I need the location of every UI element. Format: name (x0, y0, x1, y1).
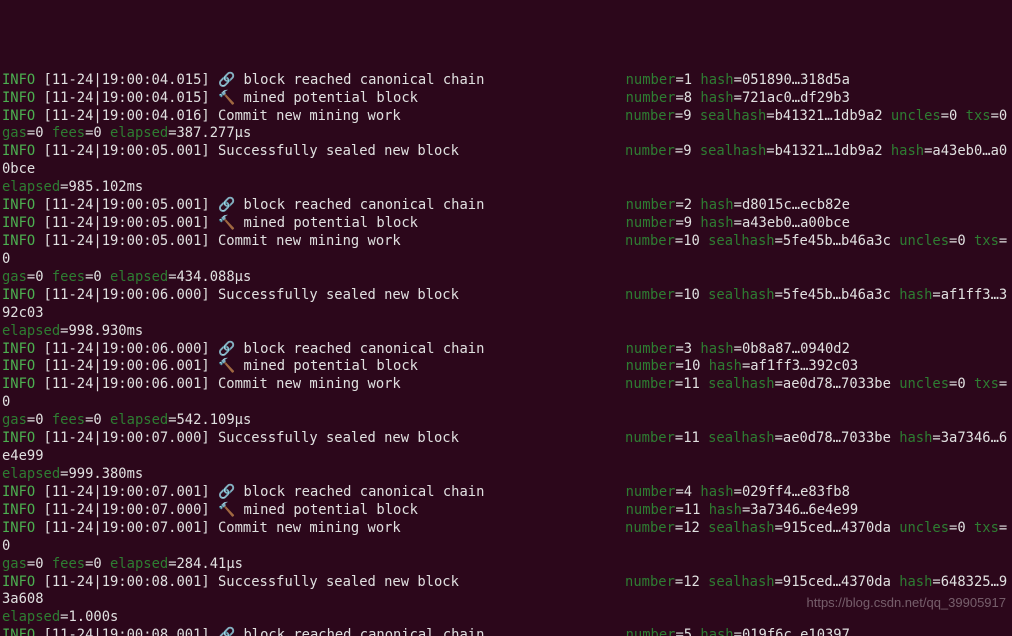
log-line: INFO [11-24|19:00:04.015] 🔨 mined potent… (2, 90, 850, 106)
log-level: INFO (2, 574, 35, 590)
log-timestamp: [11-24|19:00:05.001] (44, 215, 210, 231)
log-level: INFO (2, 215, 35, 231)
log-level: INFO (2, 484, 35, 500)
log-line: INFO [11-24|19:00:08.001] 🔗 block reache… (2, 627, 850, 636)
log-message: Successfully sealed new block (218, 574, 459, 590)
log-timestamp: [11-24|19:00:08.001] (44, 627, 210, 636)
log-timestamp: [11-24|19:00:05.001] (44, 197, 210, 213)
log-message: Successfully sealed new block (218, 430, 459, 446)
log-icon: 🔗 (218, 627, 235, 636)
log-message: block reached canonical chain (244, 484, 485, 500)
log-level: INFO (2, 90, 35, 106)
log-level: INFO (2, 72, 35, 88)
log-icon: 🔨 (218, 502, 235, 518)
log-level: INFO (2, 502, 35, 518)
log-line: INFO [11-24|19:00:06.001] 🔨 mined potent… (2, 358, 858, 374)
log-line: INFO [11-24|19:00:06.000] Successfully s… (2, 287, 1007, 339)
log-line: INFO [11-24|19:00:06.001] Commit new min… (2, 376, 1007, 428)
log-message: Successfully sealed new block (218, 287, 459, 303)
log-message: mined potential block (244, 90, 418, 106)
log-line: INFO [11-24|19:00:07.001] 🔗 block reache… (2, 484, 850, 500)
log-message: block reached canonical chain (244, 197, 485, 213)
log-message: Commit new mining work (218, 108, 401, 124)
log-timestamp: [11-24|19:00:04.016] (44, 108, 210, 124)
log-line: INFO [11-24|19:00:05.001] 🔨 mined potent… (2, 215, 850, 231)
log-message: Commit new mining work (218, 520, 401, 536)
log-message: mined potential block (244, 215, 418, 231)
log-icon: 🔨 (218, 90, 235, 106)
log-level: INFO (2, 430, 35, 446)
log-level: INFO (2, 358, 35, 374)
log-line: INFO [11-24|19:00:05.001] Successfully s… (2, 143, 1007, 195)
log-level: INFO (2, 341, 35, 357)
log-icon: 🔨 (218, 358, 235, 374)
log-line: INFO [11-24|19:00:04.016] Commit new min… (2, 108, 1007, 142)
log-timestamp: [11-24|19:00:04.015] (44, 90, 210, 106)
log-level: INFO (2, 287, 35, 303)
log-line: INFO [11-24|19:00:05.001] 🔗 block reache… (2, 197, 850, 213)
log-level: INFO (2, 197, 35, 213)
log-line: INFO [11-24|19:00:06.000] 🔗 block reache… (2, 341, 850, 357)
log-message: mined potential block (244, 358, 418, 374)
log-level: INFO (2, 376, 35, 392)
log-message: Commit new mining work (218, 233, 401, 249)
log-timestamp: [11-24|19:00:08.001] (44, 574, 210, 590)
log-message: block reached canonical chain (244, 341, 485, 357)
log-icon: 🔨 (218, 215, 235, 231)
log-timestamp: [11-24|19:00:07.001] (44, 484, 210, 500)
log-timestamp: [11-24|19:00:07.001] (44, 520, 210, 536)
log-timestamp: [11-24|19:00:06.001] (44, 358, 210, 374)
log-level: INFO (2, 520, 35, 536)
log-timestamp: [11-24|19:00:07.000] (44, 430, 210, 446)
log-timestamp: [11-24|19:00:06.000] (44, 341, 210, 357)
log-level: INFO (2, 108, 35, 124)
log-line: INFO [11-24|19:00:04.015] 🔗 block reache… (2, 72, 850, 88)
log-line: INFO [11-24|19:00:07.000] 🔨 mined potent… (2, 502, 858, 518)
log-level: INFO (2, 143, 35, 159)
log-timestamp: [11-24|19:00:07.000] (44, 502, 210, 518)
log-message: block reached canonical chain (244, 627, 485, 636)
log-timestamp: [11-24|19:00:05.001] (44, 143, 210, 159)
log-message: mined potential block (244, 502, 418, 518)
log-icon: 🔗 (218, 341, 235, 357)
log-message: Commit new mining work (218, 376, 401, 392)
log-level: INFO (2, 233, 35, 249)
log-line: INFO [11-24|19:00:05.001] Commit new min… (2, 233, 1007, 285)
log-level: INFO (2, 627, 35, 636)
log-timestamp: [11-24|19:00:06.000] (44, 287, 210, 303)
log-line: INFO [11-24|19:00:07.000] Successfully s… (2, 430, 1007, 482)
log-message: Successfully sealed new block (218, 143, 459, 159)
log-timestamp: [11-24|19:00:04.015] (44, 72, 210, 88)
log-timestamp: [11-24|19:00:05.001] (44, 233, 210, 249)
log-message: block reached canonical chain (244, 72, 485, 88)
log-icon: 🔗 (218, 72, 235, 88)
log-line: INFO [11-24|19:00:07.001] Commit new min… (2, 520, 1007, 572)
log-icon: 🔗 (218, 197, 235, 213)
log-timestamp: [11-24|19:00:06.001] (44, 376, 210, 392)
terminal-output: INFO [11-24|19:00:04.015] 🔗 block reache… (0, 72, 1012, 636)
log-icon: 🔗 (218, 484, 235, 500)
